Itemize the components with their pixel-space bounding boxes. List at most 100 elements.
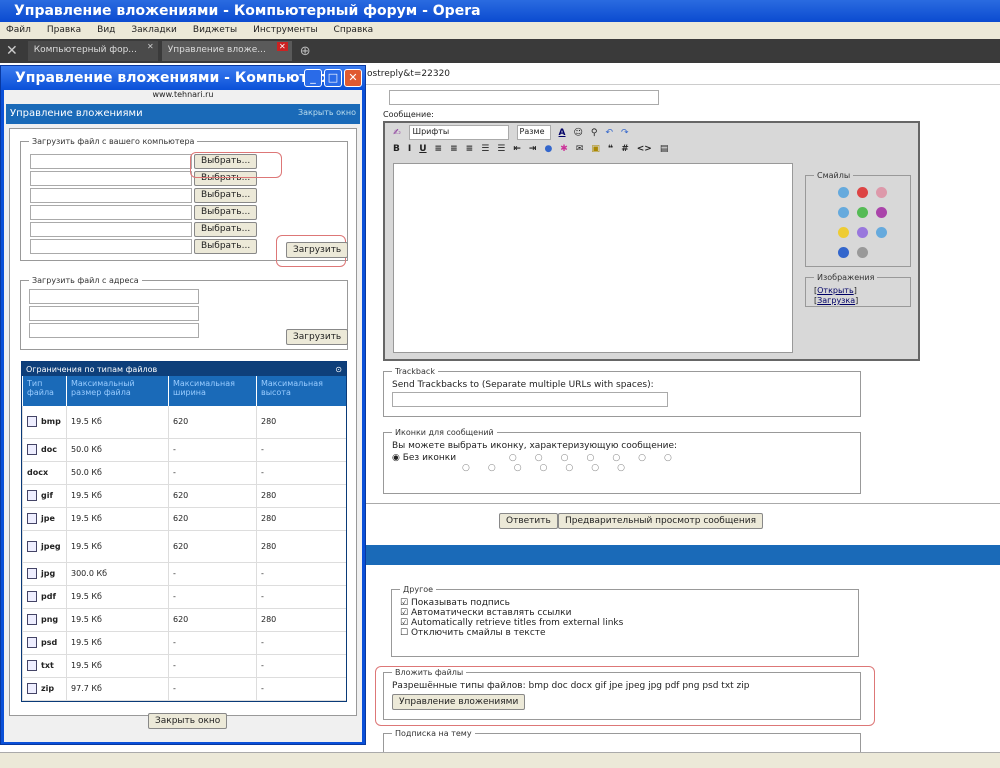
subject-input[interactable] — [389, 90, 659, 105]
menu-help[interactable]: Справка — [334, 25, 374, 36]
font-select[interactable]: Шрифты — [408, 125, 509, 140]
smiley-icon[interactable] — [857, 207, 868, 218]
menu-tools[interactable]: Инструменты — [253, 25, 317, 36]
smiley-icon[interactable] — [838, 207, 849, 218]
table-row: pdf 19.5 Кб - - — [22, 585, 346, 609]
image-icon[interactable]: ▣ — [591, 144, 600, 154]
message-textarea[interactable] — [393, 163, 793, 353]
quote-icon[interactable]: ❝ — [608, 144, 613, 154]
address-bar[interactable]: ostreply&t=22320 — [365, 65, 1000, 85]
smiley-icon[interactable] — [876, 187, 887, 198]
tab-forum[interactable]: Компьютерный фор... ✕ — [27, 41, 158, 61]
trackback-input[interactable] — [392, 392, 668, 407]
file-type-icon — [27, 660, 37, 671]
italic-icon[interactable]: I — [408, 144, 411, 154]
checkbox[interactable]: ☑ — [400, 618, 408, 628]
smiley-icon[interactable] — [838, 247, 849, 258]
size-select[interactable]: Разме — [516, 125, 551, 140]
cell: - — [168, 585, 257, 609]
minimize-icon[interactable]: _ — [304, 69, 322, 87]
menu-file[interactable]: Файл — [6, 25, 31, 36]
menu-edit[interactable]: Правка — [47, 25, 81, 36]
link-icon[interactable]: ● — [544, 144, 552, 154]
smiley-icon[interactable] — [838, 227, 849, 238]
icon-radios[interactable]: ○○○○○○○ — [509, 453, 690, 463]
browse-button[interactable]: Выбрать... — [194, 239, 258, 254]
table-row: jpe 19.5 Кб 620 280 — [22, 507, 346, 531]
file-input[interactable] — [30, 239, 192, 254]
new-tab-icon[interactable]: ⊕ — [292, 44, 319, 59]
align-left-icon[interactable]: ≡ — [435, 144, 443, 154]
close-window-button[interactable]: Закрыть окно — [148, 713, 228, 729]
file-type: doc — [41, 445, 57, 454]
smiley-icon[interactable] — [876, 207, 887, 218]
preview-button[interactable]: Предварительный просмотр сообщения — [558, 513, 763, 529]
smiley-icon[interactable] — [857, 247, 868, 258]
menu-bookmarks[interactable]: Закладки — [131, 25, 177, 36]
outdent-icon[interactable]: ⇤ — [513, 144, 521, 154]
browse-button[interactable]: Выбрать... — [194, 222, 258, 237]
smiley-icon[interactable] — [876, 227, 887, 238]
cell: 50.0 Кб — [66, 461, 169, 485]
checkbox[interactable]: ☑ — [400, 608, 408, 618]
url-input[interactable] — [29, 306, 199, 321]
cell: 50.0 Кб — [66, 438, 169, 462]
redo-icon[interactable]: ↷ — [621, 128, 629, 138]
checkbox[interactable]: ☐ — [400, 628, 408, 638]
file-input[interactable] — [30, 205, 192, 220]
close-window-link[interactable]: Закрыть окно — [298, 108, 356, 117]
upload-url-button[interactable]: Загрузить — [286, 329, 349, 345]
file-type-icon — [27, 614, 37, 625]
icon-radios[interactable]: ○○○○○○○ — [462, 463, 852, 473]
undo-icon[interactable]: ↶ — [606, 128, 614, 138]
upload-link[interactable]: Загрузка — [817, 296, 855, 305]
code-icon[interactable]: # — [621, 144, 629, 154]
reply-button[interactable]: Ответить — [499, 513, 558, 529]
url-input[interactable] — [29, 323, 199, 338]
smiley-icon[interactable] — [838, 187, 849, 198]
menu-view[interactable]: Вид — [97, 25, 115, 36]
close-icon[interactable]: ✕ — [147, 42, 154, 51]
file-input[interactable] — [30, 222, 192, 237]
attach-icon[interactable]: ⚲ — [591, 128, 598, 138]
table-row: gif 19.5 Кб 620 280 — [22, 484, 346, 508]
tools-icon[interactable]: ✕ — [0, 43, 24, 59]
menu-widgets[interactable]: Виджеты — [193, 25, 237, 36]
ordered-list-icon[interactable]: ☰ — [481, 144, 489, 154]
indent-icon[interactable]: ⇥ — [529, 144, 537, 154]
html-icon[interactable]: <> — [637, 144, 652, 154]
underline-icon[interactable]: U — [419, 144, 426, 154]
browse-button[interactable]: Выбрать... — [194, 188, 258, 203]
file-input[interactable] — [30, 171, 192, 186]
text-color-icon[interactable]: A — [559, 128, 566, 138]
open-link[interactable]: Открыть — [817, 286, 854, 295]
cell: - — [168, 438, 257, 462]
unlink-icon[interactable]: ✱ — [560, 144, 568, 154]
align-right-icon[interactable]: ≡ — [466, 144, 474, 154]
bold-icon[interactable]: B — [393, 144, 400, 154]
file-limits-table: Ограничения по типам файлов ⊙ Тип файла Ма… — [21, 361, 347, 702]
checkbox[interactable]: ☑ — [400, 598, 408, 608]
collapse-icon[interactable]: ⊙ — [335, 365, 342, 374]
smiley-icon[interactable]: ☺ — [574, 128, 583, 138]
no-icon-radio[interactable]: ◉ — [392, 453, 403, 463]
smiley-icon[interactable] — [857, 187, 868, 198]
browse-button[interactable]: Выбрать... — [194, 205, 258, 220]
file-input[interactable] — [30, 188, 192, 203]
file-input[interactable] — [30, 154, 192, 169]
file-type: zip — [41, 684, 55, 693]
close-icon[interactable]: ✕ — [344, 69, 362, 87]
php-icon[interactable]: ▤ — [660, 144, 669, 154]
manage-attachments-button[interactable]: Управление вложениями — [392, 694, 526, 710]
upload-button[interactable]: Загрузить — [286, 242, 349, 258]
unordered-list-icon[interactable]: ☰ — [497, 144, 505, 154]
align-center-icon[interactable]: ≡ — [450, 144, 458, 154]
email-icon[interactable]: ✉ — [576, 144, 584, 154]
maximize-icon[interactable]: □ — [324, 69, 342, 87]
tab-attachments[interactable]: Управление вложе... ✕ — [161, 41, 292, 61]
url-input[interactable] — [29, 289, 199, 304]
close-icon[interactable]: ✕ — [277, 42, 288, 51]
smiley-icon[interactable] — [857, 227, 868, 238]
cell: - — [256, 585, 346, 609]
remove-format-icon[interactable]: ✍ — [393, 128, 401, 138]
